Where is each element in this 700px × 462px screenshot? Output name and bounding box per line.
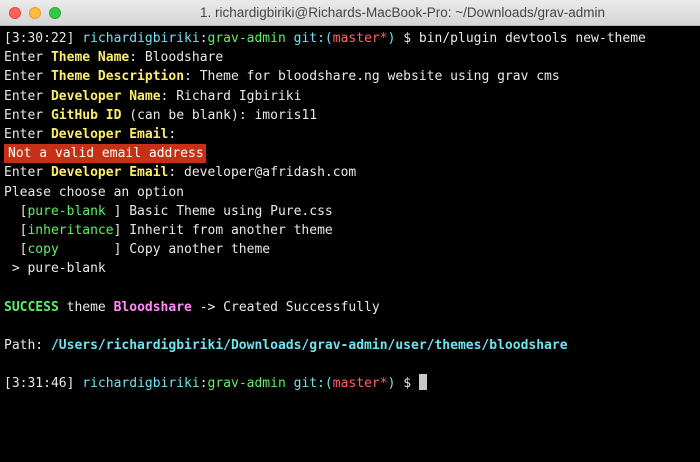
- option-key: pure-blank: [27, 203, 114, 219]
- prompt-line-1: [3:30:22] richardigbiriki:grav-admin git…: [4, 29, 700, 48]
- prompt-dir: grav-admin: [207, 376, 286, 392]
- path-label: Path:: [4, 338, 51, 353]
- field-label: Developer Email: [50, 165, 169, 181]
- prompt-symbol: $: [395, 376, 419, 392]
- field-label: GitHub ID: [50, 107, 122, 123]
- path-line: Path: /Users/richardigbiriki/Downloads/g…: [4, 336, 700, 355]
- prompt-dir: grav-admin: [207, 31, 286, 46]
- field-suffix: (can be blank):: [121, 107, 255, 123]
- option-key: inheritance: [27, 222, 114, 238]
- field-label: Theme Name: [50, 50, 130, 66]
- success-word: SUCCESS: [4, 299, 59, 315]
- error-message: Not a valid email address: [4, 144, 206, 164]
- field-value: imoris11: [254, 107, 318, 123]
- prompt-symbol: $: [395, 31, 419, 46]
- error-line: Not a valid email address: [4, 144, 700, 164]
- prompt-branch: master*: [332, 376, 388, 392]
- selected-option-line: > pure-blank: [4, 261, 106, 277]
- theme-description-line: Enter Theme Description: Theme for blood…: [4, 67, 700, 86]
- terminal-output[interactable]: [3:30:22] richardigbiriki:grav-admin git…: [4, 29, 700, 394]
- success-rest: -> Created Successfully: [191, 299, 380, 315]
- enter-prefix: Enter: [4, 165, 51, 181]
- text-cursor[interactable]: [418, 374, 427, 391]
- option-inheritance: [inheritance] Inherit from another theme: [4, 222, 333, 238]
- github-id-line: Enter GitHub ID (can be blank): imoris11: [4, 106, 700, 125]
- enter-prefix: Enter: [4, 126, 51, 142]
- option-description: Inherit from another theme: [129, 222, 333, 238]
- success-line: SUCCESS theme Bloodshare -> Created Succ…: [4, 298, 700, 317]
- enter-prefix: Enter: [4, 107, 51, 123]
- choose-option-line: Please choose an option: [4, 184, 185, 200]
- minimize-window-button[interactable]: [29, 7, 41, 19]
- option-description: Copy another theme: [129, 242, 271, 258]
- field-suffix: :: [160, 88, 177, 104]
- option-copy: [copy ] Copy another theme: [4, 242, 271, 258]
- developer-email-line-2: Enter Developer Email: developer@afridas…: [4, 163, 700, 182]
- prompt-colon: :: [199, 31, 208, 46]
- field-suffix: :: [184, 69, 200, 85]
- command-text: bin/plugin devtools new-theme: [418, 31, 646, 46]
- zoom-window-button[interactable]: [49, 7, 61, 19]
- developer-email-line-1: Enter Developer Email:: [4, 125, 700, 144]
- prompt-user: richardigbiriki: [82, 376, 200, 392]
- field-value: Bloodshare: [144, 50, 224, 66]
- option-key: copy: [27, 242, 114, 258]
- success-mid: theme: [58, 299, 114, 315]
- prompt-branch: master*: [332, 31, 388, 46]
- prompt-time: [3:31:46]: [4, 376, 75, 392]
- field-value: Theme for bloodshare.ng website using gr…: [199, 69, 560, 85]
- close-window-button[interactable]: [9, 7, 21, 19]
- terminal-window: 1. richardigbiriki@Richards-MacBook-Pro:…: [0, 0, 700, 462]
- prompt-git-label: git:(: [293, 376, 333, 392]
- theme-name-line: Enter Theme Name: Bloodshare: [4, 48, 700, 67]
- prompt-line-2[interactable]: [3:31:46] richardigbiriki:grav-admin git…: [4, 374, 700, 393]
- enter-prefix: Enter: [4, 69, 51, 85]
- field-value: Richard Igbiriki: [176, 88, 302, 104]
- field-label: Developer Name: [50, 88, 161, 104]
- path-value: /Users/richardigbiriki/Downloads/grav-ad…: [50, 338, 568, 353]
- enter-prefix: Enter: [4, 88, 51, 104]
- success-theme-name: Bloodshare: [113, 299, 192, 315]
- prompt-colon: :: [199, 376, 208, 392]
- field-label: Developer Email: [50, 126, 169, 142]
- developer-name-line: Enter Developer Name: Richard Igbiriki: [4, 87, 700, 106]
- prompt-user: richardigbiriki: [82, 31, 200, 46]
- field-suffix: :: [168, 126, 177, 142]
- prompt-time: [3:30:22]: [4, 31, 75, 46]
- prompt-git-label: git:(: [293, 31, 333, 46]
- field-label: Theme Description: [50, 69, 185, 85]
- option-description: Basic Theme using Pure.css: [129, 203, 333, 219]
- field-suffix: :: [129, 50, 145, 66]
- option-pure-blank: [pure-blank ] Basic Theme using Pure.css: [4, 203, 333, 219]
- window-title: 1. richardigbiriki@Richards-MacBook-Pro:…: [200, 5, 605, 20]
- enter-prefix: Enter: [4, 50, 51, 66]
- field-suffix: :: [168, 165, 185, 181]
- field-value: developer@afridash.com: [184, 165, 357, 181]
- title-bar[interactable]: 1. richardigbiriki@Richards-MacBook-Pro:…: [0, 0, 700, 26]
